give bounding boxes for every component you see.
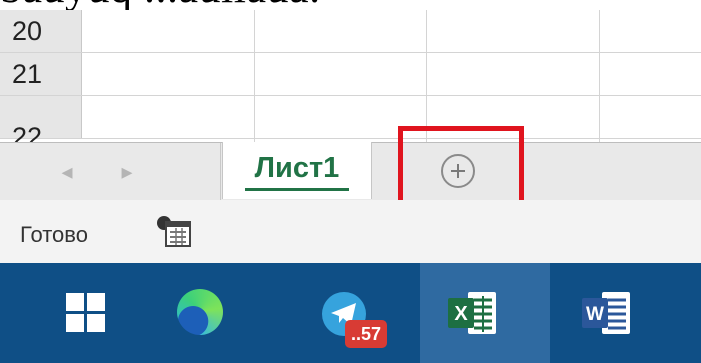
cropped-heading-text: bauyuq ...auiiaua. (0, 0, 701, 10)
status-bar: Готово (0, 200, 701, 263)
column-divider (254, 10, 255, 142)
row-header[interactable]: 20 (0, 10, 82, 52)
grid-row: 22 (0, 96, 701, 142)
notification-badge: ..57 (345, 320, 387, 348)
grid-row: 20 (0, 10, 701, 53)
excel-letter: X (454, 303, 468, 325)
column-divider (426, 10, 427, 142)
row-number: 20 (12, 16, 43, 46)
highlight-box (398, 126, 524, 210)
tab-separator (220, 143, 221, 200)
word-letter: W (586, 304, 604, 325)
grid-row: 21 (0, 53, 701, 96)
row-header[interactable]: 21 (0, 53, 82, 95)
windows-start-icon (66, 293, 106, 333)
edge-icon (177, 289, 223, 335)
column-divider (599, 10, 600, 142)
left-arrow-icon[interactable]: ◂ (52, 157, 82, 187)
status-text: Готово (20, 222, 88, 247)
active-tab-underline (245, 188, 349, 191)
excel-icon: X (448, 292, 496, 334)
start-button[interactable] (10, 263, 140, 363)
sheet-tab-active[interactable]: Лист1 (222, 142, 372, 199)
spreadsheet-grid[interactable]: 20 21 22 (0, 10, 701, 142)
windows-taskbar: ..57 X W (0, 263, 701, 363)
row-number: 22 (12, 122, 43, 142)
word-icon: W (582, 292, 630, 334)
row-header[interactable]: 22 (0, 96, 82, 142)
right-arrow-icon[interactable]: ▸ (112, 157, 142, 187)
macro-recorder-icon[interactable] (156, 214, 192, 250)
sheet-tab-label: Лист1 (254, 152, 340, 184)
sheet-tab-bar: ◂ ▸ Лист1 (0, 142, 701, 200)
row-number: 21 (12, 59, 43, 89)
